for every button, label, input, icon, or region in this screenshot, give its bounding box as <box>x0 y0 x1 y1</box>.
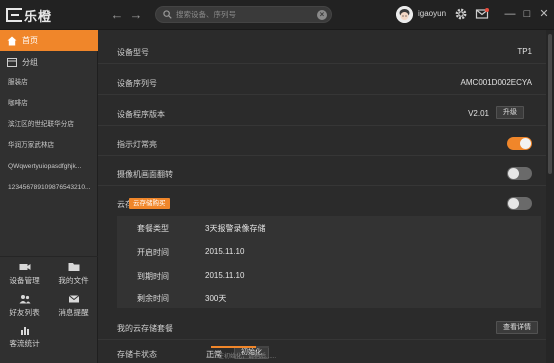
sidebar-item-label: 首页 <box>22 36 38 45</box>
mail-icon <box>68 295 79 303</box>
bar-chart-icon <box>20 327 29 335</box>
group-item[interactable]: 咖啡店 <box>0 93 98 114</box>
group-item[interactable]: 123456789109876543210... <box>0 177 98 198</box>
friends-icon <box>19 295 30 304</box>
nav-label: 我的文件 <box>58 276 89 285</box>
device-serial-row: 设备序列号 AMC001D002ECYA <box>98 69 546 95</box>
remaining-time-label: 剩余时间 <box>137 294 169 303</box>
sidebar-item-group[interactable]: 分组 <box>0 52 98 72</box>
upgrade-button[interactable]: 升级 <box>496 106 524 119</box>
plan-type-value: 3天报警录像存储 <box>205 224 266 233</box>
progress-fill <box>211 346 257 348</box>
cloud-toggle[interactable] <box>507 197 532 210</box>
username[interactable]: igaoyun <box>418 9 446 18</box>
sidebar-item-home[interactable]: 首页 <box>0 30 98 51</box>
sd-card-row: 存储卡状态 正常 初始化 <box>98 341 546 363</box>
nav-label: 客流统计 <box>9 339 40 348</box>
gear-icon[interactable] <box>454 7 468 21</box>
firmware-value: V2.01 <box>468 109 489 118</box>
toggle-knob <box>508 198 519 209</box>
back-arrow-icon[interactable]: ← <box>109 7 125 23</box>
sidebar-divider <box>0 256 98 257</box>
device-settings-panel: 设备型号 TP1 设备序列号 AMC001D002ECYA 设备程序版本 V2.… <box>98 30 546 363</box>
firmware-row: 设备程序版本 V2.01 升级 <box>98 100 546 126</box>
indicator-toggle[interactable] <box>507 137 532 150</box>
nav-device-management[interactable]: 设备管理 <box>0 262 49 286</box>
sd-card-label: 存储卡状态 <box>117 350 157 359</box>
cloud-plan-details: 套餐类型 3天报警录像存储 开启时间 2015.11.10 到期时间 2015.… <box>117 216 541 308</box>
my-cloud-plan-label: 我的云存储套餐 <box>117 324 173 333</box>
group-item[interactable]: 服装店 <box>0 72 98 93</box>
toggle-knob <box>508 168 519 179</box>
search-input[interactable] <box>176 7 316 22</box>
nav-label: 设备管理 <box>9 276 40 285</box>
flip-toggle[interactable] <box>507 167 532 180</box>
device-serial-label: 设备序列号 <box>117 79 157 88</box>
flip-row: 摄像机画面翻转 <box>98 160 546 186</box>
avatar[interactable] <box>396 6 413 23</box>
close-icon[interactable]: ✕ <box>537 7 551 21</box>
nav-label: 消息提醒 <box>58 308 89 317</box>
group-list: 服装店 咖啡店 滨江区的世纪联华分店 华润万家武林店 QWqwertyuiopa… <box>0 72 98 198</box>
camera-icon <box>19 264 30 270</box>
nav-friends[interactable]: 好友列表 <box>0 294 49 318</box>
logo-text: 乐橙 <box>24 8 53 24</box>
group-item[interactable]: 华润万家武林店 <box>0 135 98 156</box>
cloud-buy-button[interactable]: 云存储购买 <box>129 198 170 209</box>
init-progress-bar <box>211 346 269 348</box>
folder-icon <box>68 263 79 271</box>
toggle-knob <box>520 138 531 149</box>
group-folder-icon <box>7 57 17 67</box>
expiry-time-value: 2015.11.10 <box>205 271 245 280</box>
app-logo: 乐橙 <box>6 6 52 24</box>
clear-search-icon[interactable]: × <box>317 10 327 20</box>
search-icon <box>163 10 172 19</box>
forward-arrow-icon[interactable]: → <box>128 7 144 23</box>
avatar-face-icon <box>396 6 413 23</box>
maximize-icon[interactable]: □ <box>520 7 534 21</box>
group-item[interactable]: 滨江区的世纪联华分店 <box>0 114 98 135</box>
mail-icon[interactable] <box>475 7 489 21</box>
device-model-label: 设备型号 <box>117 48 149 57</box>
cloud-storage-row: 云存储 云存储购买 <box>98 190 546 216</box>
group-item[interactable]: QWqwertyuiopasdfghjk... <box>0 156 98 177</box>
scrollbar-thumb[interactable] <box>548 34 552 174</box>
search-box: × <box>155 6 332 23</box>
nav-my-files[interactable]: 我的文件 <box>49 262 98 286</box>
device-serial-value: AMC001D002ECYA <box>460 78 532 87</box>
start-time-value: 2015.11.10 <box>205 247 245 256</box>
sidebar-item-label: 分组 <box>22 57 38 67</box>
home-icon <box>7 36 17 45</box>
nav-traffic-stats[interactable]: 客流统计 <box>0 325 49 349</box>
title-bar: 乐橙 ← → × igaoyun — □ ✕ <box>0 0 554 30</box>
device-model-row: 设备型号 TP1 <box>98 38 546 64</box>
logo-mark <box>6 8 22 22</box>
scrollbar[interactable] <box>546 30 554 363</box>
nav-label: 好友列表 <box>9 308 40 317</box>
nav-messages[interactable]: 消息提醒 <box>49 294 98 318</box>
view-details-button[interactable]: 查看详情 <box>496 321 538 334</box>
minimize-icon[interactable]: — <box>503 7 517 21</box>
flip-label: 摄像机画面翻转 <box>117 170 173 179</box>
expiry-time-label: 到期时间 <box>137 272 169 281</box>
progress-text: 正在初始化，请稍后...... <box>212 354 277 360</box>
start-time-label: 开启时间 <box>137 248 169 257</box>
remaining-time-value: 300天 <box>205 294 227 303</box>
firmware-label: 设备程序版本 <box>117 110 165 119</box>
sidebar: 首页 分组 服装店 咖啡店 滨江区的世纪联华分店 华润万家武林店 QWqwert… <box>0 30 98 363</box>
device-model-value: TP1 <box>517 47 532 56</box>
my-cloud-plan-row: 我的云存储套餐 查看详情 <box>98 314 546 340</box>
indicator-label: 指示灯常亮 <box>117 140 157 149</box>
indicator-row: 指示灯常亮 <box>98 130 546 156</box>
plan-type-label: 套餐类型 <box>137 224 169 233</box>
